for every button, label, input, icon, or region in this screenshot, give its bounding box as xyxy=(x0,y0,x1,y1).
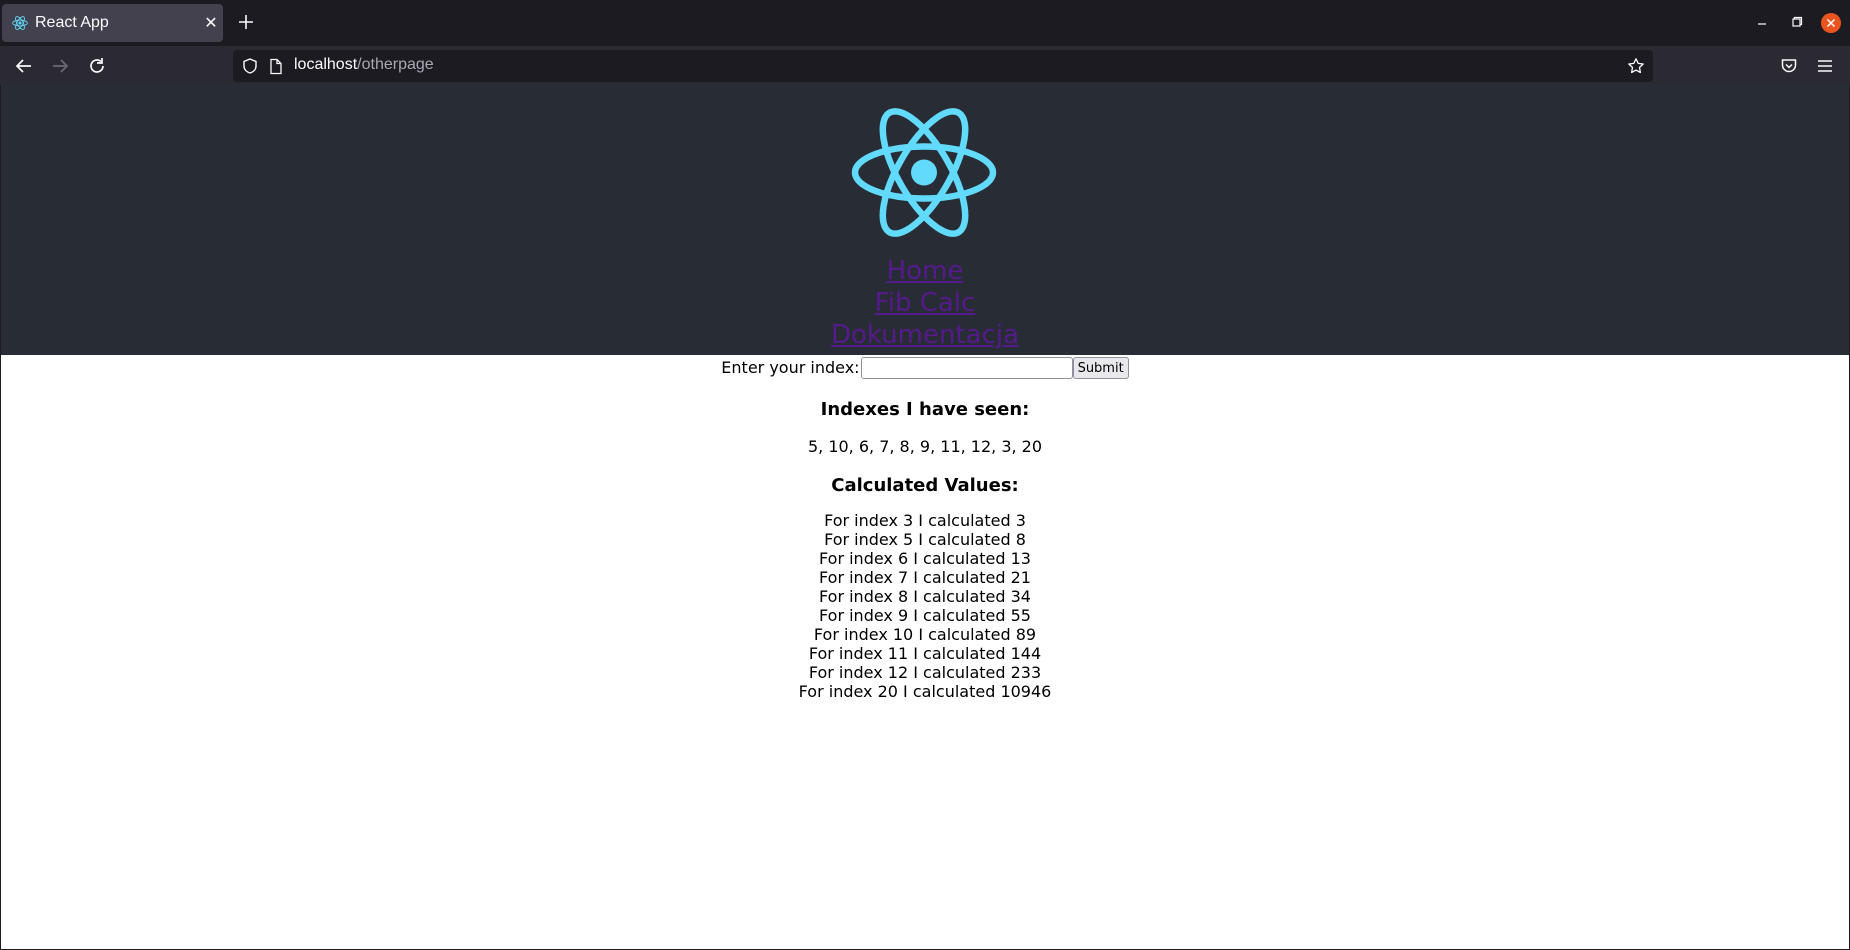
shield-icon[interactable] xyxy=(241,57,259,75)
react-logo-icon xyxy=(851,108,997,237)
list-item: For index 6 I calculated 13 xyxy=(819,549,1031,568)
hamburger-menu-icon[interactable] xyxy=(1815,56,1835,76)
list-item: For index 5 I calculated 8 xyxy=(824,530,1026,549)
page-icon xyxy=(270,58,282,75)
browser-tab[interactable]: React App ✕ xyxy=(2,4,223,42)
list-item: For index 8 I calculated 34 xyxy=(819,587,1031,606)
list-item: For index 10 I calculated 89 xyxy=(813,625,1037,644)
main-content: Enter your index: Submit Indexes I have … xyxy=(1,355,1849,701)
app-header: Home Fib Calc Dokumentacja xyxy=(1,85,1849,355)
index-input[interactable] xyxy=(860,357,1073,379)
index-label: Enter your index: xyxy=(721,358,860,377)
minimize-icon[interactable] xyxy=(1752,13,1772,33)
tab-title: React App xyxy=(35,14,109,31)
link-dokumentacja[interactable]: Dokumentacja xyxy=(1,319,1849,351)
back-arrow-icon[interactable] xyxy=(13,55,35,77)
forward-arrow-icon[interactable] xyxy=(49,55,71,77)
list-item: For index 12 I calculated 233 xyxy=(808,663,1042,682)
calculated-heading: Calculated Values: xyxy=(831,475,1019,496)
url-host: localhost xyxy=(294,56,358,73)
reload-icon[interactable] xyxy=(86,55,108,77)
tab-bar: React App ✕ xyxy=(0,0,1850,46)
submit-button[interactable]: Submit xyxy=(1072,357,1129,379)
link-fib-calc[interactable]: Fib Calc xyxy=(1,287,1849,319)
seen-indexes: 5, 10, 6, 7, 8, 9, 11, 12, 3, 20 xyxy=(807,437,1043,456)
plus-icon[interactable] xyxy=(235,11,257,33)
url-path: /otherpage xyxy=(357,56,434,73)
nav-links: Home Fib Calc Dokumentacja xyxy=(1,255,1849,351)
url-bar[interactable]: localhost/otherpage xyxy=(233,50,1653,82)
window-close-icon[interactable] xyxy=(1820,12,1842,34)
close-icon[interactable]: ✕ xyxy=(201,13,221,33)
list-item: For index 3 I calculated 3 xyxy=(824,511,1026,530)
list-item: For index 11 I calculated 144 xyxy=(808,644,1042,663)
restore-icon[interactable] xyxy=(1786,13,1806,33)
list-item: For index 7 I calculated 21 xyxy=(819,568,1031,587)
page-viewport: Home Fib Calc Dokumentacja Enter your in… xyxy=(1,85,1849,949)
calculated-values: For index 3 I calculated 3 For index 5 I… xyxy=(1,511,1849,701)
link-home[interactable]: Home xyxy=(1,255,1849,287)
star-icon[interactable] xyxy=(1627,57,1645,75)
url-text[interactable]: localhost/otherpage xyxy=(294,56,434,74)
list-item: For index 20 I calculated 10946 xyxy=(798,682,1052,701)
pocket-icon[interactable] xyxy=(1779,56,1799,76)
navigation-bar: localhost/otherpage xyxy=(0,46,1850,85)
react-favicon-icon xyxy=(12,16,28,30)
seen-heading: Indexes I have seen: xyxy=(820,399,1030,420)
list-item: For index 9 I calculated 55 xyxy=(819,606,1031,625)
index-form: Enter your index: Submit xyxy=(1,355,1849,381)
